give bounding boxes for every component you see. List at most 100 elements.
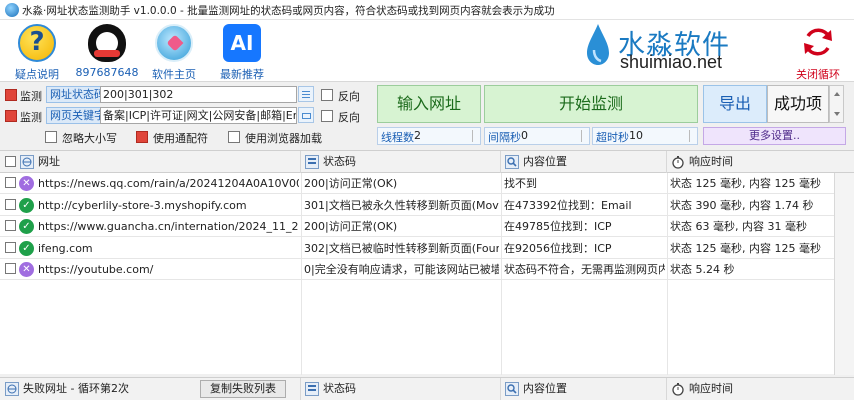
row-checkbox[interactable]: [5, 220, 16, 232]
column-status-code-label: 状态码: [323, 155, 356, 168]
timeout-spinner[interactable]: [689, 130, 695, 142]
table-row[interactable]: ✕ https://youtube.com/0|完全没有响应请求，可能该网站已被墙…: [0, 259, 834, 281]
column-status-code[interactable]: 状态码: [301, 151, 501, 173]
success-check-icon: ✓: [19, 219, 34, 235]
threads-setting[interactable]: 线程数 2: [377, 127, 481, 145]
row-checkbox[interactable]: [5, 263, 16, 275]
table-row[interactable]: ✓ https://www.guancha.cn/internation/2024…: [0, 216, 834, 238]
column-url-label: 网址: [38, 155, 60, 168]
fail-table-header: 失败网址 - 循环第2次 复制失败列表 状态码 内容位置 响应时间: [0, 377, 854, 400]
ai-icon: AI: [223, 24, 261, 62]
loop-icon: [804, 28, 832, 56]
cell-url: http://cyberlily-store-3.myshopify.com: [38, 198, 247, 212]
cell-content-position: 在49785位找到：ICP: [504, 220, 612, 234]
fail-cross-icon: ✕: [19, 176, 34, 191]
cell-url: https://news.qq.com/rain/a/20241204A0A10…: [38, 177, 299, 190]
input-url-button[interactable]: 输入网址: [377, 85, 481, 123]
homepage-button[interactable]: 软件主页: [138, 22, 210, 81]
folder-open-icon[interactable]: [298, 107, 314, 123]
results-vertical-scrollbar[interactable]: [834, 173, 854, 375]
table-row[interactable]: ✓ ifeng.com 302|文档已被临时性转移到新页面(Found) 在92056…: [0, 238, 834, 259]
threads-spinner[interactable]: [472, 130, 478, 142]
close-loop-button[interactable]: 关闭循环: [782, 22, 854, 81]
timeout-setting[interactable]: 超时秒 10: [592, 127, 698, 145]
success-check-icon: ✓: [19, 197, 34, 213]
cell-status-code: 301|文档已被永久性转移到新页面(Moved ...: [304, 198, 499, 212]
fail-column-content-position[interactable]: 内容位置: [501, 378, 667, 400]
threads-label: 线程数: [381, 131, 414, 144]
keyword-monitor-checkbox[interactable]: [5, 110, 17, 122]
ignore-case-checkbox[interactable]: [45, 131, 57, 143]
cell-status-code: 0|完全没有响应请求，可能该网站已被墙: [304, 263, 499, 277]
column-divider: [501, 173, 502, 375]
recommend-label: 最新推荐: [220, 68, 264, 81]
timeout-value[interactable]: 10: [629, 129, 643, 142]
cell-status-code: 200|访问正常(OK): [304, 177, 398, 190]
row-checkbox[interactable]: [5, 198, 16, 210]
results-table-header: 网址 状态码 内容位置 响应时间: [0, 151, 854, 173]
globe-icon: [20, 155, 34, 169]
fail-table-title: 失败网址 - 循环第2次: [23, 382, 129, 395]
column-divider: [301, 173, 302, 375]
cell-response-time: 状态 5.24 秒: [670, 263, 735, 277]
stopwatch-icon: [672, 383, 684, 396]
keyword-input[interactable]: 备案|ICP|许可证|网文|公网安备|邮箱|Email|企: [100, 107, 297, 124]
fail-column-url[interactable]: 失败网址 - 循环第2次 复制失败列表: [0, 378, 301, 400]
table-row[interactable]: ✕ https://news.qq.com/rain/a/20241204A0A1…: [0, 173, 834, 194]
status-code-monitor-checkbox[interactable]: [5, 89, 17, 101]
cell-response-time: 状态 63 毫秒, 内容 31 毫秒: [670, 220, 807, 234]
browser-load-label: 使用浏览器加载: [245, 132, 322, 145]
cell-content-position: 状态码不符合，无需再监测网页内容: [504, 263, 665, 277]
interval-setting[interactable]: 间隔秒 0: [484, 127, 590, 145]
success-items-scroll[interactable]: [829, 85, 844, 123]
interval-value[interactable]: 0: [521, 129, 528, 142]
chevron-up-icon: [834, 92, 840, 96]
results-table: 网址 状态码 内容位置 响应时间 ✕ https://news.qq.com/ra…: [0, 150, 854, 375]
homepage-label: 软件主页: [152, 68, 196, 81]
fail-column-status-code[interactable]: 状态码: [301, 378, 501, 400]
status-code-icon: [305, 155, 319, 169]
cell-url: ifeng.com: [38, 241, 93, 255]
magnifier-icon: [505, 382, 519, 396]
status-code-icon: [305, 382, 319, 396]
title-bar: 水淼·网址状态监测助手 v1.0.0.0 - 批量监测网址的状态码或网页内容，符…: [0, 0, 854, 20]
qq-button[interactable]: 897687648: [71, 22, 143, 80]
cell-status-code: 302|文档已被临时性转移到新页面(Found): [304, 241, 499, 255]
success-items-button[interactable]: 成功项: [767, 85, 829, 123]
select-all-checkbox[interactable]: [5, 156, 16, 167]
browser-load-checkbox[interactable]: [228, 131, 240, 143]
row-checkbox[interactable]: [5, 241, 16, 253]
wildcard-checkbox[interactable]: [136, 131, 148, 143]
column-response-time[interactable]: 响应时间: [667, 151, 854, 173]
status-code-reverse-checkbox[interactable]: [321, 89, 333, 101]
table-row[interactable]: ✓ http://cyberlily-store-3.myshopify.com 3…: [0, 195, 834, 216]
copy-fail-list-button[interactable]: 复制失败列表: [200, 380, 286, 398]
chevron-down-icon: [834, 112, 840, 116]
fail-column-response-time[interactable]: 响应时间: [667, 378, 854, 400]
app-logo-icon: [5, 3, 19, 17]
threads-value[interactable]: 2: [414, 129, 421, 142]
column-url[interactable]: 网址: [0, 151, 301, 173]
status-code-input[interactable]: 200|301|302: [100, 86, 297, 103]
cell-url: https://www.guancha.cn/internation/2024_…: [38, 220, 299, 234]
row-checkbox[interactable]: [5, 177, 16, 188]
export-button[interactable]: 导出: [703, 85, 767, 123]
help-button[interactable]: ? 疑点说明: [1, 22, 73, 81]
keyword-reverse-checkbox[interactable]: [321, 110, 333, 122]
help-label: 疑点说明: [15, 68, 59, 81]
column-divider: [667, 173, 668, 375]
cell-response-time: 状态 125 毫秒, 内容 125 毫秒: [670, 177, 821, 190]
status-code-reverse-label: 反向: [338, 90, 360, 103]
home-globe-icon: [155, 24, 193, 62]
interval-spinner[interactable]: [581, 130, 587, 142]
wildcard-label: 使用通配符: [153, 132, 208, 145]
more-settings-button[interactable]: 更多设置..: [703, 127, 846, 145]
keyword-reverse-label: 反向: [338, 111, 360, 124]
magnifier-icon: [505, 155, 519, 169]
success-check-icon: ✓: [19, 240, 34, 256]
recommend-button[interactable]: AI 最新推荐: [206, 22, 278, 81]
qq-label: 897687648: [75, 66, 139, 79]
list-edit-icon[interactable]: [298, 86, 314, 102]
start-monitor-button[interactable]: 开始监测: [484, 85, 698, 123]
column-content-position[interactable]: 内容位置: [501, 151, 667, 173]
